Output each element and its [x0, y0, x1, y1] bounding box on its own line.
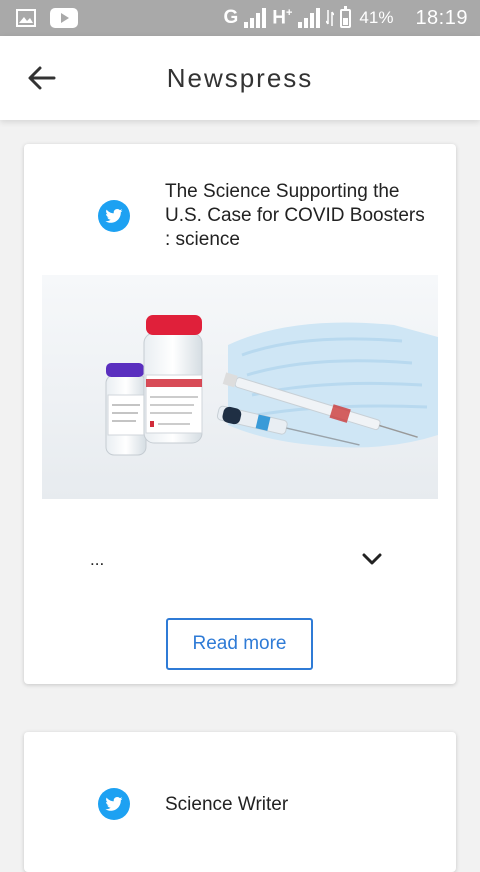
- post-title[interactable]: The Science Supporting the U.S. Case for…: [165, 180, 435, 252]
- gallery-icon: [16, 9, 36, 27]
- status-left: [16, 8, 78, 28]
- signal-icon-2: [298, 8, 321, 28]
- twitter-icon: [98, 788, 130, 820]
- news-card: Science Writer: [24, 732, 456, 872]
- post-image[interactable]: [42, 275, 438, 499]
- signal-icon: [244, 8, 267, 28]
- twitter-icon: [98, 200, 130, 232]
- youtube-icon: [50, 8, 78, 28]
- network-type: G: [223, 7, 239, 28]
- battery-icon: [340, 5, 352, 28]
- data-activity-icon: [326, 10, 335, 26]
- read-more-button[interactable]: Read more: [166, 618, 313, 670]
- post-title[interactable]: Science Writer: [165, 793, 435, 817]
- app-bar: Newspress: [0, 36, 480, 120]
- network-type-2-sup: +: [285, 6, 293, 19]
- network-type-2-label: H: [272, 7, 286, 29]
- app-title: Newspress: [166, 63, 314, 93]
- network-type-2: H+: [272, 7, 292, 29]
- clock: 18:19: [415, 6, 468, 29]
- battery-percent: 41%: [359, 8, 394, 27]
- news-card: The Science Supporting the U.S. Case for…: [24, 144, 456, 684]
- post-body-preview: ...: [90, 550, 105, 569]
- chevron-down-icon[interactable]: [360, 550, 384, 568]
- status-bar: G H+ 41% 18:19: [0, 0, 480, 36]
- status-right: G H+ 41% 18:19: [223, 5, 468, 30]
